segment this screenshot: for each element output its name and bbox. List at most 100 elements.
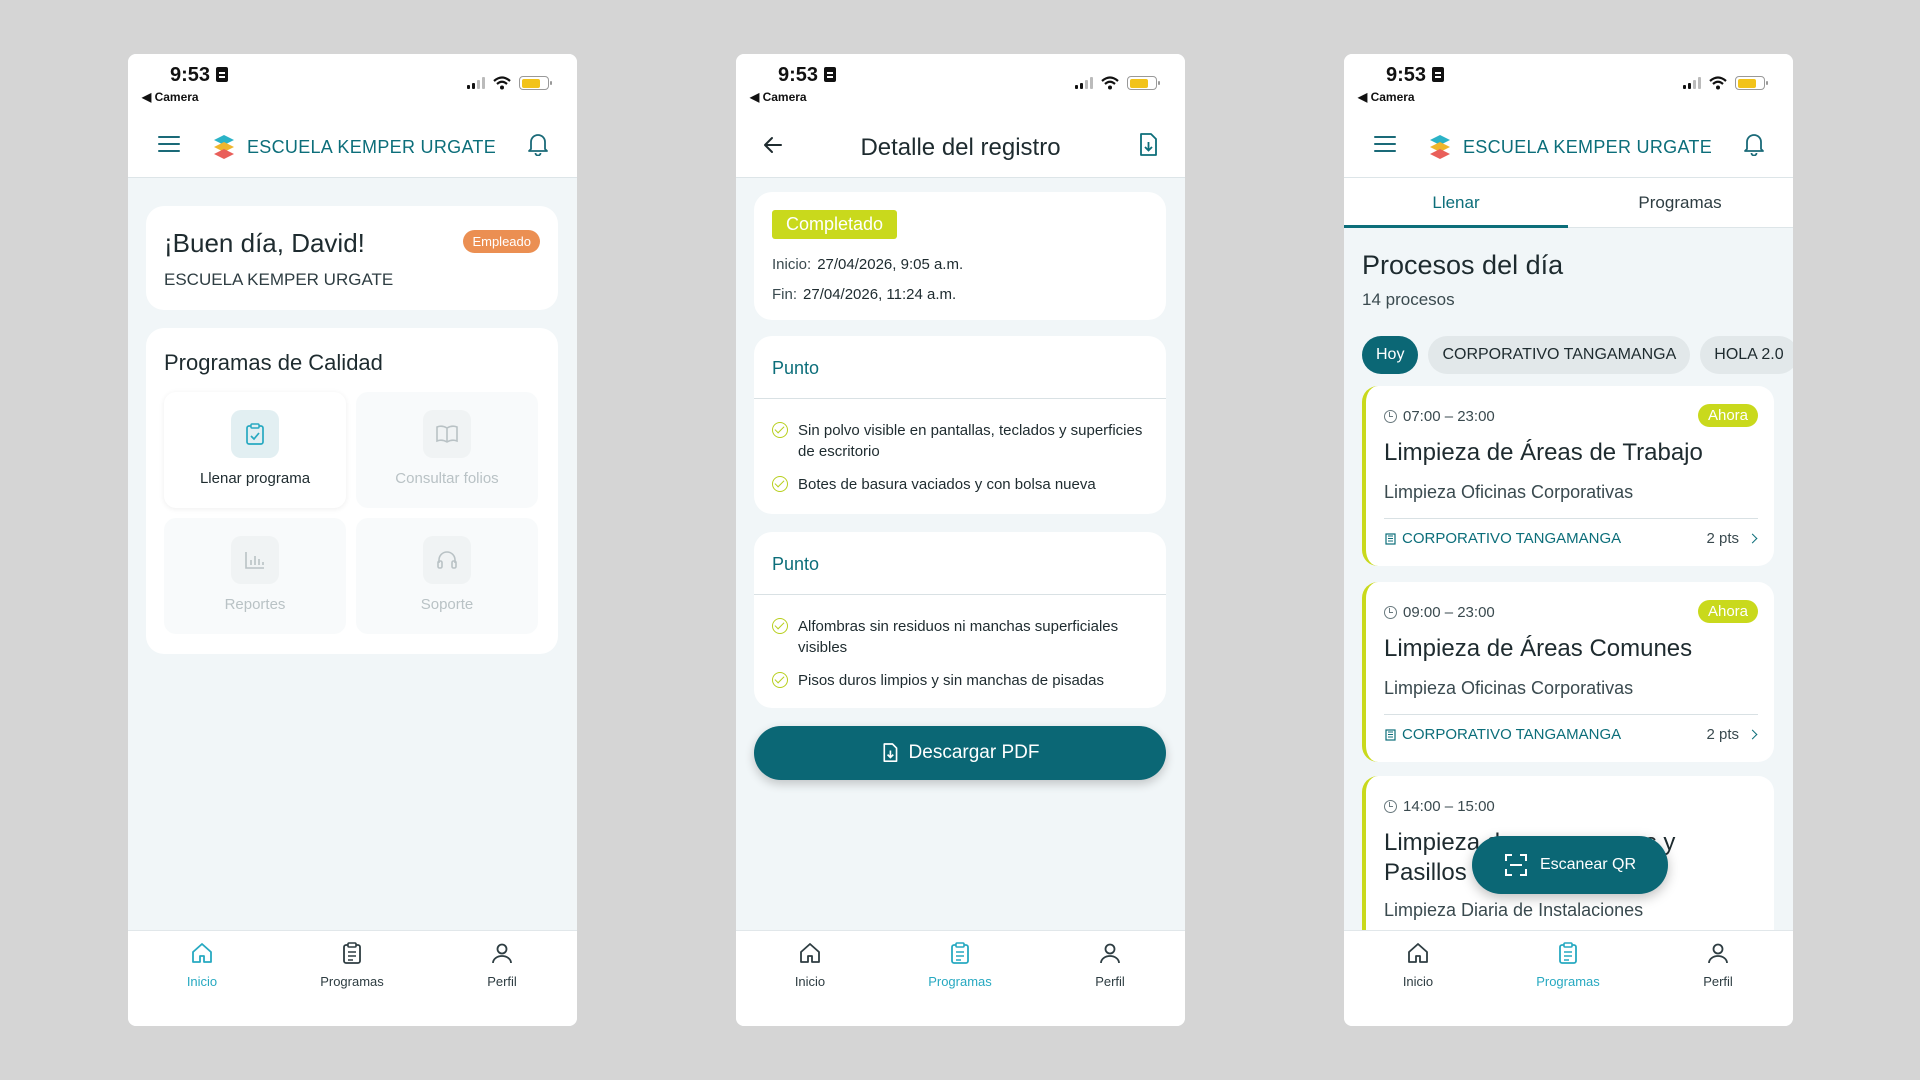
status-time: 9:53 — [170, 64, 229, 87]
file-download-icon[interactable] — [1137, 132, 1159, 158]
process-time: 09:00 – 23:00 — [1384, 604, 1495, 621]
quality-programs-card: Programas de Calidad Llenar programa Con… — [146, 328, 558, 654]
clipboard-list-icon — [951, 942, 969, 964]
brand: ESCUELA KEMPER URGATE — [1344, 132, 1793, 162]
punto-card: Punto Sin polvo visible en pantallas, te… — [754, 336, 1166, 514]
bottom-nav: Inicio Programas Perfil — [1344, 930, 1793, 1026]
process-time: 07:00 – 23:00 — [1384, 408, 1495, 425]
process-points: 2 pts — [1706, 726, 1758, 743]
back-to-app-link[interactable]: ◀ Camera — [1358, 90, 1415, 104]
cellular-signal-icon — [1075, 77, 1093, 89]
process-location: CORPORATIVO TANGAMANGA — [1384, 530, 1621, 547]
check-circle-icon — [772, 476, 788, 492]
brand-logo-icon — [1429, 135, 1450, 159]
chip-today[interactable]: Hoy — [1362, 336, 1419, 374]
back-to-app-link[interactable]: ◀ Camera — [142, 90, 199, 104]
tab-programas[interactable]: Programas — [1568, 178, 1792, 228]
nav-profile[interactable]: Perfil — [1060, 941, 1160, 989]
chip-hola[interactable]: HOLA 2.0 — [1700, 336, 1793, 374]
status-time: 9:53 — [1386, 64, 1445, 87]
bell-icon[interactable] — [1743, 132, 1765, 156]
home-icon — [800, 943, 820, 963]
process-card[interactable]: 07:00 – 23:00 Ahora Limpieza de Áreas de… — [1362, 386, 1774, 566]
now-badge: Ahora — [1697, 404, 1758, 427]
checklist-item: Sin polvo visible en pantallas, teclados… — [772, 420, 1152, 462]
process-points: 2 pts — [1706, 530, 1758, 547]
checklist-item: Botes de basura vaciados y con bolsa nue… — [772, 474, 1152, 495]
chevron-right-icon — [1747, 533, 1758, 544]
punto-title: Punto — [772, 554, 820, 574]
chip-corporativo[interactable]: CORPORATIVO TANGAMANGA — [1428, 336, 1691, 374]
qr-scan-icon — [1504, 854, 1527, 876]
brand-logo-icon — [213, 135, 234, 159]
check-circle-icon — [772, 672, 788, 688]
status-bar: 9:53 ◀ Camera — [128, 54, 577, 114]
process-card[interactable]: 09:00 – 23:00 Ahora Limpieza de Áreas Co… — [1362, 582, 1774, 762]
wifi-icon — [493, 76, 511, 90]
lock-icon — [1432, 67, 1445, 82]
status-indicators — [467, 76, 552, 90]
nav-programs[interactable]: Programas — [302, 941, 402, 989]
check-circle-icon — [772, 618, 788, 634]
nav-home[interactable]: Inicio — [1368, 941, 1468, 989]
nav-programs[interactable]: Programas — [1518, 941, 1618, 989]
home-icon — [192, 943, 212, 963]
consult-folios-tile: Consultar folios — [356, 392, 538, 508]
process-name: Limpieza de Áreas Comunes — [1384, 635, 1693, 662]
home-screen: 9:53 ◀ Camera ESCUELA KEMPER URGATE ¡Bue… — [128, 54, 577, 1026]
process-name: Limpieza de Áreas de Trabajo — [1384, 439, 1703, 466]
lock-icon — [216, 67, 229, 82]
bell-icon[interactable] — [527, 132, 549, 156]
detail-screen: 9:53 ◀ Camera Detalle del registro Compl… — [736, 54, 1185, 1026]
greeting-card: ¡Buen día, David! ESCUELA KEMPER URGATE … — [146, 206, 558, 310]
nav-profile[interactable]: Perfil — [452, 941, 552, 989]
process-count: 14 procesos — [1362, 290, 1455, 309]
status-bar: 9:53 ◀ Camera — [736, 54, 1185, 114]
record-status-card: Completado Inicio: 27/04/2026, 9:05 a.m. … — [754, 192, 1166, 320]
page-title: Detalle del registro — [860, 134, 1061, 161]
process-category: Limpieza Oficinas Corporativas — [1384, 482, 1634, 502]
tile-label: Llenar programa — [199, 470, 311, 487]
nav-programs[interactable]: Programas — [910, 941, 1010, 989]
home-icon — [1408, 943, 1428, 963]
filter-chips: Hoy CORPORATIVO TANGAMANGA HOLA 2.0 — [1362, 336, 1793, 374]
brand-name: ESCUELA KEMPER URGATE — [246, 136, 497, 157]
process-category: Limpieza Diaria de Instalaciones — [1384, 900, 1644, 920]
clipboard-list-icon — [1559, 942, 1577, 964]
scan-qr-button[interactable]: Escanear QR — [1472, 836, 1668, 894]
clock-icon — [1384, 800, 1397, 813]
process-location: CORPORATIVO TANGAMANGA — [1384, 726, 1621, 743]
download-pdf-button[interactable]: Descargar PDF — [754, 726, 1166, 780]
status-bar: 9:53 ◀ Camera — [1344, 54, 1793, 114]
app-header: ESCUELA KEMPER URGATE — [128, 114, 577, 178]
now-badge: Ahora — [1697, 600, 1758, 623]
back-to-app-link[interactable]: ◀ Camera — [750, 90, 807, 104]
bottom-nav: Inicio Programas Perfil — [128, 930, 577, 1026]
fill-program-tile[interactable]: Llenar programa — [164, 392, 346, 508]
cellular-signal-icon — [1683, 77, 1701, 89]
section-title: Procesos del día — [1362, 250, 1564, 280]
tile-label: Reportes — [224, 596, 286, 613]
building-icon — [1385, 729, 1396, 741]
battery-icon — [1127, 76, 1160, 90]
nav-profile[interactable]: Perfil — [1668, 941, 1768, 989]
user-icon — [492, 943, 512, 964]
user-icon — [1708, 943, 1728, 964]
chevron-right-icon — [1747, 729, 1758, 740]
headset-icon — [437, 551, 457, 569]
user-icon — [1100, 943, 1120, 964]
process-time: 14:00 – 15:00 — [1384, 798, 1495, 815]
building-icon — [1385, 533, 1396, 545]
clock-icon — [1384, 606, 1397, 619]
file-download-icon — [882, 743, 897, 763]
wifi-icon — [1101, 76, 1119, 90]
cellular-signal-icon — [467, 77, 485, 89]
tab-llenar[interactable]: Llenar — [1344, 178, 1568, 228]
start-row: Inicio: 27/04/2026, 9:05 a.m. — [772, 256, 964, 273]
school-name: ESCUELA KEMPER URGATE — [164, 270, 394, 289]
bar-chart-icon — [245, 552, 264, 569]
brand: ESCUELA KEMPER URGATE — [128, 132, 577, 162]
end-row: Fin: 27/04/2026, 11:24 a.m. — [772, 286, 957, 303]
nav-home[interactable]: Inicio — [152, 941, 252, 989]
nav-home[interactable]: Inicio — [760, 941, 860, 989]
